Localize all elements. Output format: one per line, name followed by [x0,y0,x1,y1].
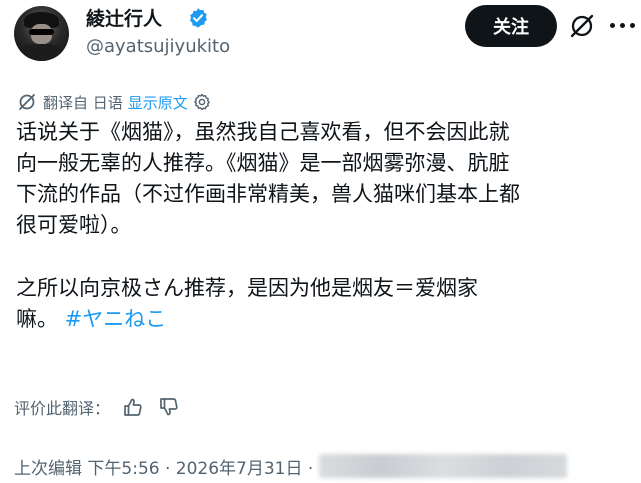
tweet-text-line-last: 嘛。 #ヤニねこ [16,304,636,335]
tweet-text-line: 向一般无辜的人推荐。《烟猫》是一部烟雾弥漫、肮脏 [16,151,510,175]
thumbs-down-icon[interactable] [158,396,180,418]
more-options-button[interactable] [608,22,641,32]
tweet-text-line: 话说关于《烟猫》，虽然我自己喜欢看，但不会因此就 [16,120,510,144]
user-handle[interactable]: @ayatsujiyukito [86,36,230,57]
translation-bar: 翻译自 日语 显示原文 [17,90,212,114]
tweet-text-fragment: 嘛。 [16,307,58,331]
avatar[interactable] [14,6,69,61]
rate-translation: 评价此翻译： [14,394,180,420]
gear-icon[interactable] [192,92,212,112]
tweet-text-line: 下流的作品（不过作画非常精美，兽人猫咪们基本上都 [16,182,520,206]
more-dot [610,23,615,28]
tweet-detail: 綾辻行人 @ayatsujiyukito 关注 翻译自 日语 显示原文 话说关于… [0,0,641,483]
tweet-text-line: 很可爱啦）。 [16,213,132,237]
more-dot [630,23,635,28]
verified-badge-icon [189,8,207,28]
rate-translation-label: 评价此翻译： [14,399,111,418]
tweet-text: 话说关于《烟猫》，虽然我自己喜欢看，但不会因此就 向一般无辜的人推荐。《烟猫》是… [16,117,636,335]
edit-timestamp[interactable]: 上次编辑 下午5:56 · 2026年7月31日 · [14,454,313,479]
follow-button[interactable]: 关注 [465,5,557,47]
mute-icon[interactable] [567,11,597,41]
tweet-text-line: 之所以向京极さん推荐，是因为他是烟友＝爱烟家 [16,276,478,300]
avatar-coat [18,44,65,61]
avatar-glasses [29,29,54,35]
hashtag-link[interactable]: #ヤニねこ [65,307,167,331]
show-original-link[interactable]: 显示原文 [128,92,188,113]
more-dot [620,23,625,28]
tweet-meta: 上次编辑 下午5:56 · 2026年7月31日 · [14,453,568,479]
blurred-views [319,454,568,478]
thumbs-up-icon[interactable] [122,396,144,418]
translation-source: 翻译自 日语 [43,93,123,112]
display-name[interactable]: 綾辻行人 [86,4,162,31]
translate-icon [19,94,35,110]
